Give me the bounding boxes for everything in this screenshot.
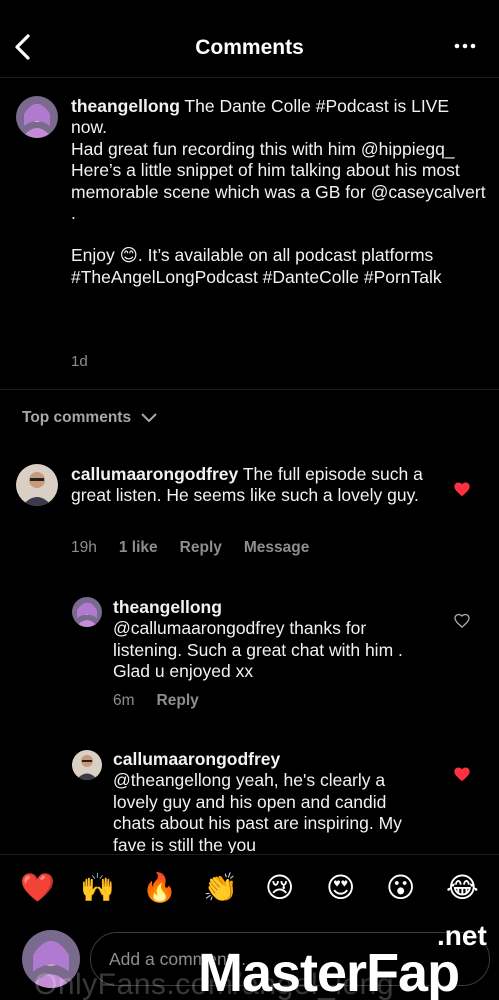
caption-line-3: Here’s a little snippet of him talking a… (71, 160, 486, 224)
reply-username[interactable]: theangellong (113, 597, 423, 618)
avatar[interactable] (72, 750, 102, 780)
top-comments-label: Top comments (22, 409, 132, 426)
post-caption: theangellong The Dante Colle #Podcast is… (0, 78, 499, 390)
comment-timestamp: 19h (71, 539, 97, 556)
comment-meta: 19h 1 like Reply Message (71, 539, 309, 557)
comment-text: callumaarongodfrey The full episode such… (71, 464, 423, 506)
emoji-fire[interactable]: 🔥 (142, 871, 177, 905)
reply-button[interactable]: Reply (180, 539, 222, 557)
more-options-icon[interactable] (453, 36, 477, 56)
message-button[interactable]: Message (244, 539, 309, 557)
post-timestamp: 1d (71, 353, 88, 370)
emoji-raising-hands[interactable]: 🙌 (80, 871, 115, 905)
avatar[interactable] (16, 96, 58, 138)
comment-username[interactable]: callumaarongodfrey (71, 464, 238, 484)
watermark-tld: .net (437, 920, 487, 951)
reply-username[interactable]: callumaarongodfrey (113, 749, 433, 770)
emoji-clapping[interactable]: 👏 (203, 871, 238, 905)
emoji-laughing[interactable]: 😂 (446, 871, 479, 905)
likes-count[interactable]: 1 like (119, 539, 158, 557)
emoji-surprised[interactable]: 😮 (386, 871, 415, 905)
reply-timestamp: 6m (113, 692, 135, 709)
caption-text: theangellong The Dante Colle #Podcast is… (71, 96, 486, 288)
caption-username[interactable]: theangellong (71, 96, 180, 116)
avatar[interactable] (72, 597, 102, 627)
chevron-down-icon (141, 413, 157, 423)
heart-outline-icon[interactable] (454, 613, 470, 628)
heart-filled-icon[interactable] (453, 481, 471, 497)
emoji-crying[interactable]: 😢 (265, 871, 294, 905)
reply-meta: 6m Reply (113, 692, 199, 710)
caption-line-4: Enjoy 😊. It’s available on all podcast p… (71, 245, 442, 287)
emoji-heart[interactable]: ❤️ (20, 871, 55, 905)
header-bar: Comments (0, 0, 499, 78)
heart-filled-icon[interactable] (453, 766, 471, 782)
top-comments-sort[interactable]: Top comments (22, 409, 157, 427)
avatar[interactable] (16, 464, 58, 506)
emoji-quick-reactions: ❤️ 🙌 🔥 👏 😢 😍 😮 😂 (0, 854, 499, 924)
caption-line-2: Had great fun recording this with him @h… (71, 138, 455, 159)
reply-text: callumaarongodfrey @theangellong yeah, he… (113, 749, 433, 853)
watermark-brand: MasterFap (198, 943, 460, 1000)
page-title: Comments (195, 36, 304, 59)
reply-text: theangellong @callumaarongodfrey thanks f… (113, 597, 423, 683)
emoji-heart-eyes[interactable]: 😍 (326, 871, 355, 905)
reply-button[interactable]: Reply (157, 692, 199, 710)
